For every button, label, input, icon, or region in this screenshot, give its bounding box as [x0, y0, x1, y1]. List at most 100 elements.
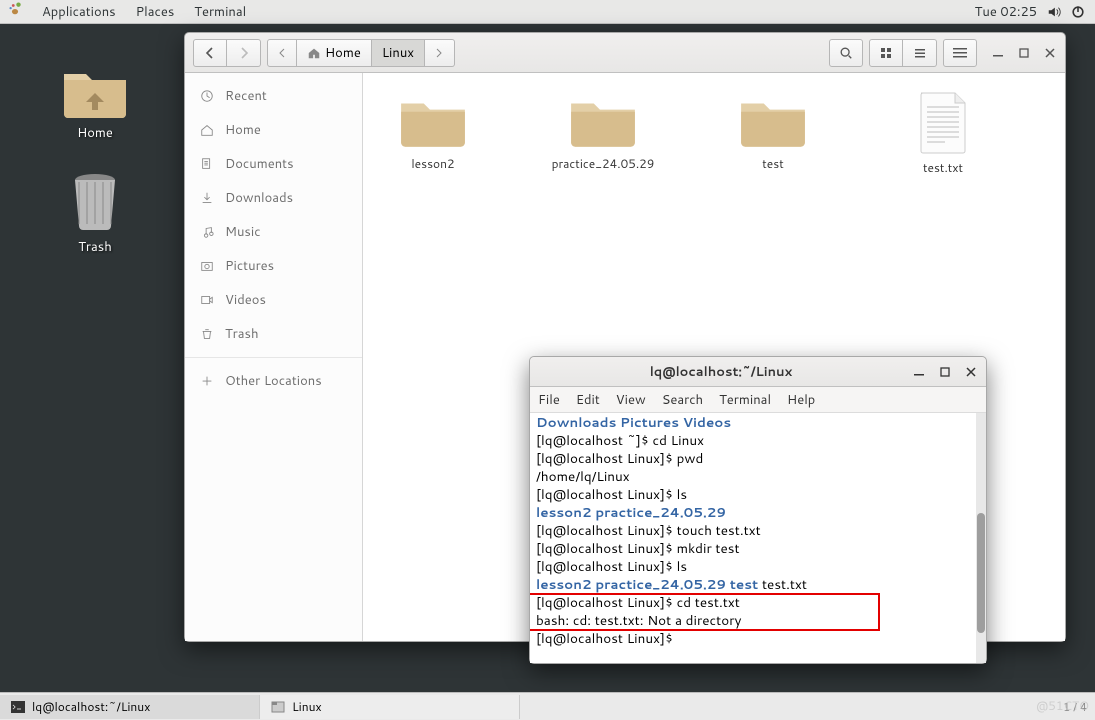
terminal-menubar: File Edit View Search Terminal Help — [530, 387, 986, 413]
terminal-content[interactable]: Downloads Pictures Videos [lq@localhost … — [530, 413, 986, 663]
term-dir: practice_24.05.29 — [595, 575, 726, 594]
files-icon — [270, 699, 286, 715]
watermark: @51CTO — [1036, 697, 1089, 714]
term-prompt: [lq@localhost Linux]$ — [536, 485, 677, 504]
sidebar-label: Home — [225, 121, 261, 139]
term-dir: lesson2 — [536, 575, 592, 594]
term-dir: Videos — [683, 413, 731, 432]
term-prompt: [lq@localhost Linux]$ — [536, 539, 677, 558]
menu-terminal[interactable]: Terminal — [719, 391, 771, 409]
menu-help[interactable]: Help — [787, 391, 815, 409]
term-cmd: touch test.txt — [677, 521, 761, 540]
terminal-window: lq@localhost:~/Linux File Edit View Sear… — [529, 356, 987, 664]
sidebar-pictures[interactable]: Pictures — [185, 249, 362, 283]
terminal-scrollbar[interactable] — [976, 413, 986, 663]
sidebar-label: Other Locations — [225, 372, 322, 390]
icon-view-button[interactable] — [869, 39, 903, 67]
sidebar-other-locations[interactable]: Other Locations — [185, 364, 362, 398]
pictures-icon — [199, 258, 215, 274]
desktop-home-label: Home — [77, 124, 113, 142]
term-dir: test — [730, 575, 759, 594]
file-label: test.txt — [923, 159, 963, 176]
sidebar-documents[interactable]: Documents — [185, 147, 362, 181]
minimize-button[interactable] — [991, 46, 1005, 60]
breadcrumb-linux[interactable]: Linux — [372, 39, 425, 67]
task-terminal[interactable]: lq@localhost:~/Linux — [0, 695, 260, 719]
folder-practice[interactable]: practice_24.05.29 — [553, 91, 653, 176]
places-menu[interactable]: Places — [136, 3, 175, 21]
sidebar-label: Music — [225, 223, 261, 241]
term-error: bash: cd: test.txt: Not a directory — [536, 612, 982, 630]
maximize-button[interactable] — [1017, 46, 1031, 60]
sidebar-label: Videos — [225, 291, 266, 309]
search-button[interactable] — [829, 39, 863, 67]
path-back-arrow[interactable] — [267, 39, 297, 67]
sidebar-label: Downloads — [225, 189, 293, 207]
menu-file[interactable]: File — [538, 391, 560, 409]
videos-icon — [199, 292, 215, 308]
term-prompt: [lq@localhost Linux]$ — [536, 557, 677, 576]
task-label: Linux — [292, 698, 322, 715]
files-headerbar: Home Linux — [185, 33, 1065, 73]
menu-search[interactable]: Search — [662, 391, 703, 409]
music-icon — [199, 224, 215, 240]
term-prompt: [lq@localhost Linux]$ — [536, 629, 673, 648]
menu-view[interactable]: View — [616, 391, 646, 409]
desktop-trash-icon[interactable]: Trash — [60, 172, 130, 256]
file-test-txt[interactable]: test.txt — [893, 91, 993, 176]
term-prompt: [lq@localhost Linux]$ — [536, 521, 677, 540]
sidebar-label: Trash — [225, 325, 259, 343]
taskbar: lq@localhost:~/Linux Linux 1 / 4 — [0, 692, 1095, 720]
nav-back-button[interactable] — [193, 39, 227, 67]
term-dir: Pictures — [620, 413, 679, 432]
desktop-home-icon[interactable]: Home — [60, 60, 130, 142]
term-dir: lesson2 — [536, 503, 592, 522]
applications-menu[interactable]: Applications — [42, 3, 116, 21]
sidebar-music[interactable]: Music — [185, 215, 362, 249]
sidebar-trash[interactable]: Trash — [185, 317, 362, 351]
terminal-minimize-button[interactable] — [912, 365, 926, 379]
folder-test[interactable]: test — [723, 91, 823, 176]
close-button[interactable] — [1043, 46, 1057, 60]
file-label: practice_24.05.29 — [552, 155, 655, 172]
terminal-maximize-button[interactable] — [938, 365, 952, 379]
term-cmd: ls — [677, 485, 687, 504]
term-dir: practice_24.05.29 — [595, 503, 726, 522]
plus-icon — [199, 373, 215, 389]
documents-icon — [199, 156, 215, 172]
desktop-trash-label: Trash — [78, 238, 112, 256]
top-panel: Applications Places Terminal Tue 02:25 — [0, 0, 1095, 24]
power-icon[interactable] — [1071, 5, 1085, 19]
folder-lesson2[interactable]: lesson2 — [383, 91, 483, 176]
list-view-button[interactable] — [903, 39, 937, 67]
sidebar-downloads[interactable]: Downloads — [185, 181, 362, 215]
gnome-foot-icon — [8, 2, 22, 21]
terminal-titlebar: lq@localhost:~/Linux — [530, 357, 986, 387]
nav-forward-button[interactable] — [227, 39, 261, 67]
sidebar-label: Pictures — [225, 257, 274, 275]
path-forward-arrow[interactable] — [425, 39, 455, 67]
task-files[interactable]: Linux — [260, 695, 520, 719]
term-prompt: [lq@localhost Linux]$ — [536, 593, 677, 612]
term-dir: Downloads — [536, 413, 616, 432]
clock[interactable]: Tue 02:25 — [975, 3, 1037, 21]
terminal-icon — [10, 699, 26, 715]
terminal-menu[interactable]: Terminal — [194, 3, 246, 21]
trash-icon — [199, 326, 215, 342]
menu-edit[interactable]: Edit — [576, 391, 600, 409]
sidebar-home[interactable]: Home — [185, 113, 362, 147]
breadcrumb-linux-label: Linux — [382, 44, 414, 62]
breadcrumb-home[interactable]: Home — [297, 39, 372, 67]
terminal-close-button[interactable] — [964, 365, 978, 379]
term-cmd: cd Linux — [653, 431, 704, 450]
files-sidebar: Recent Home Documents Downloads Music Pi… — [185, 73, 363, 641]
file-label: lesson2 — [411, 155, 454, 172]
term-cmd: cd test.txt — [677, 593, 740, 612]
home-icon — [199, 122, 215, 138]
sidebar-recent[interactable]: Recent — [185, 79, 362, 113]
hamburger-menu-button[interactable] — [943, 39, 977, 67]
term-cmd: mkdir test — [677, 539, 740, 558]
sidebar-videos[interactable]: Videos — [185, 283, 362, 317]
volume-icon[interactable] — [1047, 5, 1061, 19]
term-prompt: [lq@localhost ~]$ — [536, 431, 653, 450]
